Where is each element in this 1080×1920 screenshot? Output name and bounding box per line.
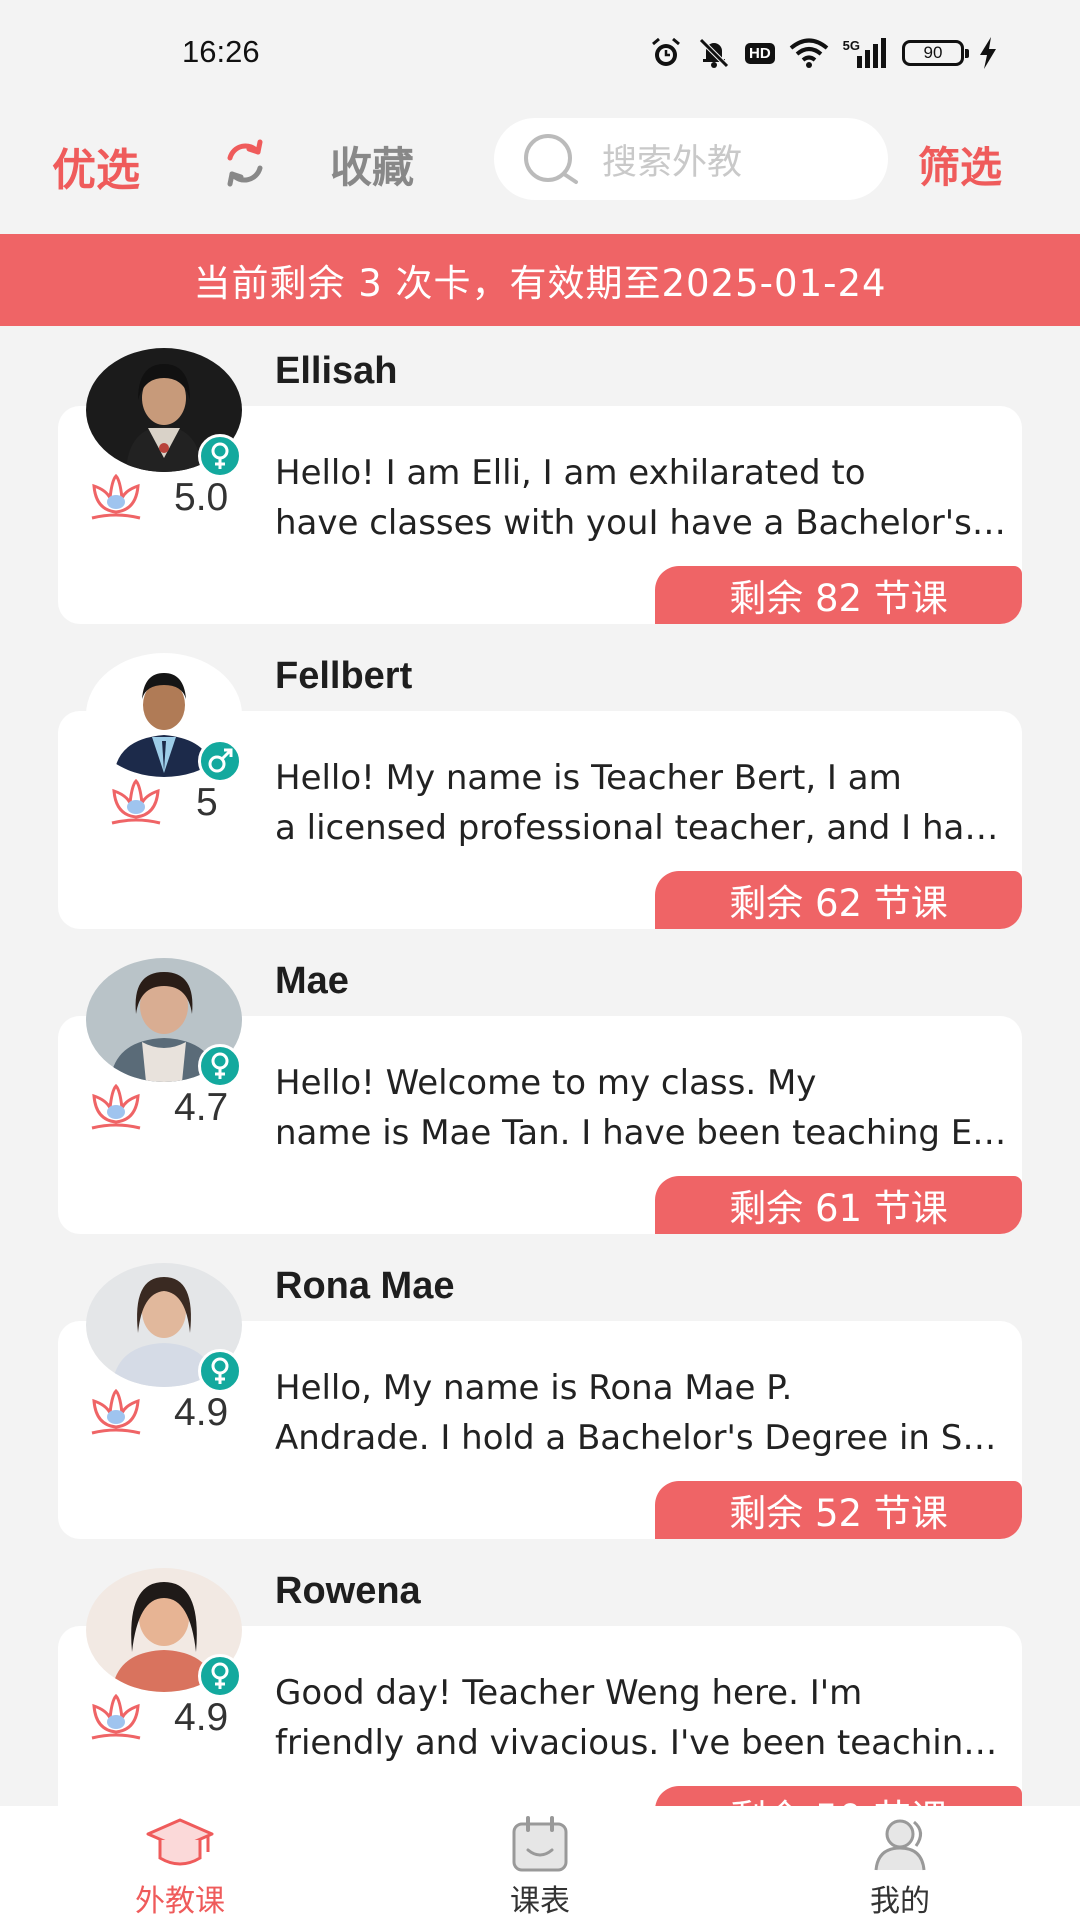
tab-featured[interactable]: 优选	[52, 134, 140, 198]
remaining-lessons-badge: 剩余 61 节课	[655, 1176, 1022, 1234]
nav-profile[interactable]: 我的	[720, 1806, 1080, 1920]
remaining-lessons-badge: 剩余 62 节课	[655, 871, 1022, 929]
battery-indicator: 90	[902, 40, 969, 66]
intro-line: Hello! Welcome to my class. My	[275, 1063, 817, 1103]
rating-value: 4.9	[174, 1391, 229, 1434]
flower-icon	[91, 1083, 141, 1130]
intro-line: have classes with youI have a Bachelor's…	[275, 503, 1015, 543]
profile-icon	[874, 1819, 926, 1871]
network-type-label: 5G	[842, 37, 860, 53]
flower-icon	[91, 473, 141, 520]
intro-line: Hello! My name is Teacher Bert, I am	[275, 758, 902, 798]
nav-foreign-teacher-lessons[interactable]: 外教课	[0, 1806, 360, 1920]
male-icon	[198, 739, 242, 783]
teacher-name: Rona Mae	[275, 1265, 455, 1307]
rating-value: 4.9	[174, 1696, 229, 1739]
teacher-name: Rowena	[275, 1570, 421, 1612]
flower-icon	[111, 778, 161, 825]
remaining-lessons-badge: 剩余 82 节课	[655, 566, 1022, 624]
charging-bolt-icon	[978, 37, 998, 69]
nav-schedule[interactable]: 课表	[360, 1806, 720, 1920]
nav-label: 课表	[510, 1884, 570, 1919]
search-icon	[524, 134, 578, 184]
teacher-intro: Good day! Teacher Weng here. I'm friendl…	[275, 1668, 1015, 1768]
rating-value: 5.0	[174, 476, 229, 519]
filter-button[interactable]: 筛选	[918, 134, 1002, 195]
top-navigation: 优选 收藏 搜索外教 筛选	[0, 108, 1080, 234]
teacher-item[interactable]: Ellisah 5.0 Hello! I am Elli, I am exhil…	[0, 336, 1080, 641]
female-icon	[198, 1044, 242, 1088]
flower-icon	[91, 1388, 141, 1435]
alarm-icon	[649, 36, 683, 70]
teacher-name: Fellbert	[275, 655, 413, 697]
teacher-intro: Hello! I am Elli, I am exhilarated to ha…	[275, 448, 1015, 548]
nav-label: 我的	[870, 1884, 930, 1919]
intro-line: friendly and vivacious. I've been teachi…	[275, 1723, 1015, 1763]
teacher-list[interactable]: Ellisah 5.0 Hello! I am Elli, I am exhil…	[0, 326, 1080, 1806]
rating-value: 4.7	[174, 1086, 229, 1129]
bottom-navigation: 外教课 课表 我的	[0, 1806, 1080, 1920]
status-time: 16:26	[182, 34, 260, 69]
teacher-item[interactable]: Rona Mae 4.9 Hello, My name is Rona Mae …	[0, 1251, 1080, 1556]
graduation-cap-icon	[146, 1818, 214, 1866]
teacher-item[interactable]: Rowena 4.9 Good day! Teacher Weng here. …	[0, 1556, 1080, 1806]
teacher-intro: Hello, My name is Rona Mae P. Andrade. I…	[275, 1363, 1015, 1463]
teacher-name: Mae	[275, 960, 349, 1002]
cellular-signal-icon: 5G	[843, 38, 888, 68]
refresh-icon[interactable]	[218, 136, 272, 190]
intro-line: Hello, My name is Rona Mae P.	[275, 1368, 793, 1408]
female-icon	[198, 1349, 242, 1393]
hd-badge: HD	[744, 42, 775, 64]
female-icon	[198, 434, 242, 478]
intro-line: name is Mae Tan. I have been teaching En…	[275, 1113, 1015, 1153]
teacher-intro: Hello! Welcome to my class. My name is M…	[275, 1058, 1015, 1158]
status-icons: HD 5G 90	[649, 36, 998, 70]
wifi-icon	[789, 37, 829, 69]
teacher-intro: Hello! My name is Teacher Bert, I am a l…	[275, 753, 1015, 853]
intro-line: a licensed professional teacher, and I h…	[275, 808, 1015, 848]
intro-line: Hello! I am Elli, I am exhilarated to	[275, 453, 866, 493]
intro-line: Good day! Teacher Weng here. I'm	[275, 1673, 863, 1713]
remaining-lessons-badge: 剩余 52 节课	[655, 1481, 1022, 1539]
search-placeholder: 搜索外教	[602, 142, 743, 183]
teacher-item[interactable]: Mae 4.7 Hello! Welcome to my class. My n…	[0, 946, 1080, 1251]
tab-favorites[interactable]: 收藏	[330, 134, 414, 195]
calendar-icon	[512, 1816, 568, 1872]
intro-line: Andrade. I hold a Bachelor's Degree in S…	[275, 1418, 1015, 1458]
mute-bell-icon	[697, 36, 731, 70]
remaining-lessons-badge: 剩余 50 节课	[655, 1786, 1022, 1806]
remaining-card-banner: 当前剩余 3 次卡，有效期至2025-01-24	[0, 234, 1080, 326]
rating-value: 5	[196, 781, 218, 824]
nav-label: 外教课	[135, 1884, 225, 1919]
search-input[interactable]: 搜索外教	[494, 118, 888, 200]
teacher-item[interactable]: Fellbert 5 Hello! My name is Teacher Ber…	[0, 641, 1080, 946]
status-bar: 16:26 HD 5G 90	[0, 0, 1080, 108]
flower-icon	[91, 1693, 141, 1740]
female-icon	[198, 1654, 242, 1698]
teacher-name: Ellisah	[275, 350, 398, 392]
